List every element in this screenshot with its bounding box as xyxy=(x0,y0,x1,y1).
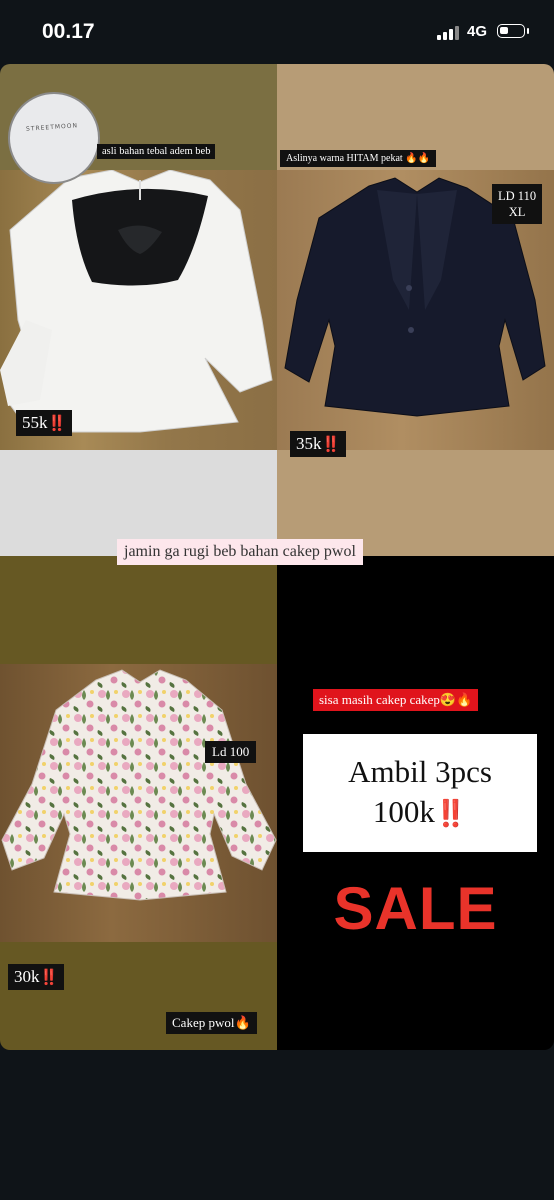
price-value: 55k xyxy=(22,413,48,432)
signal-icon xyxy=(437,26,463,40)
quadrant-bottom-right: sisa masih cakep cakep😍🔥 Ambil 3pcs 100k… xyxy=(277,556,554,1050)
price-label: 35k‼️ xyxy=(290,431,347,457)
offer-price: 100k xyxy=(372,794,435,829)
offer-line-2: 100k‼️ xyxy=(373,792,467,834)
double-exclamation-icon: ‼️ xyxy=(321,435,341,453)
battery-tip xyxy=(527,28,529,34)
size-label: Ld 100 xyxy=(205,741,257,763)
size-label: LD 110 XL xyxy=(492,184,543,224)
price-value: 30k xyxy=(14,967,40,986)
white-shirt-with-bow-image xyxy=(0,170,273,433)
story-card[interactable]: STREETMOON asli bahan tebal adem beb 55k… xyxy=(0,64,554,1050)
double-exclamation-icon: ‼️ xyxy=(47,414,67,432)
white-shirt-photo xyxy=(0,170,277,450)
floral-blouse-image xyxy=(1,669,277,901)
offer-line-1: Ambil 3pcs xyxy=(348,754,492,789)
cakep-label: Cakep pwol🔥 xyxy=(166,1012,257,1034)
bundle-offer-box: Ambil 3pcs 100k‼️ xyxy=(303,734,537,852)
fabric-closeup-inset: STREETMOON xyxy=(8,92,100,184)
quadrant-top-left: STREETMOON asli bahan tebal adem beb 55k… xyxy=(0,64,277,556)
size-ld: LD 110 xyxy=(498,189,537,203)
status-bar: 00.17 4G xyxy=(0,0,554,64)
battery-icon xyxy=(497,24,525,38)
price-label: 30k‼️ xyxy=(8,964,65,990)
floral-blouse-photo xyxy=(0,664,277,942)
double-exclamation-icon: ‼️ xyxy=(39,968,59,986)
double-exclamation-icon: ‼️ xyxy=(434,799,468,829)
quadrant-top-right: Aslinya warna HITAM pekat 🔥🔥 LD 110 XL 3… xyxy=(277,64,554,556)
quadrant-bottom-left: Ld 100 30k‼️ Cakep pwol🔥 xyxy=(0,556,277,1050)
caption-color: Aslinya warna HITAM pekat 🔥🔥 xyxy=(280,150,437,167)
stock-badge: sisa masih cakep cakep😍🔥 xyxy=(313,689,479,711)
network-type: 4G xyxy=(467,23,488,40)
sale-title: SALE xyxy=(333,875,498,942)
caption-fabric: asli bahan tebal adem beb xyxy=(97,144,216,159)
center-banner: jamin ga rugi beb bahan cakep pwol xyxy=(117,539,363,565)
status-time: 00.17 xyxy=(42,20,95,43)
brand-tag: STREETMOON xyxy=(25,122,79,133)
price-value: 35k xyxy=(296,434,322,453)
size-xl: XL xyxy=(508,205,526,219)
price-label: 55k‼️ xyxy=(16,410,73,436)
